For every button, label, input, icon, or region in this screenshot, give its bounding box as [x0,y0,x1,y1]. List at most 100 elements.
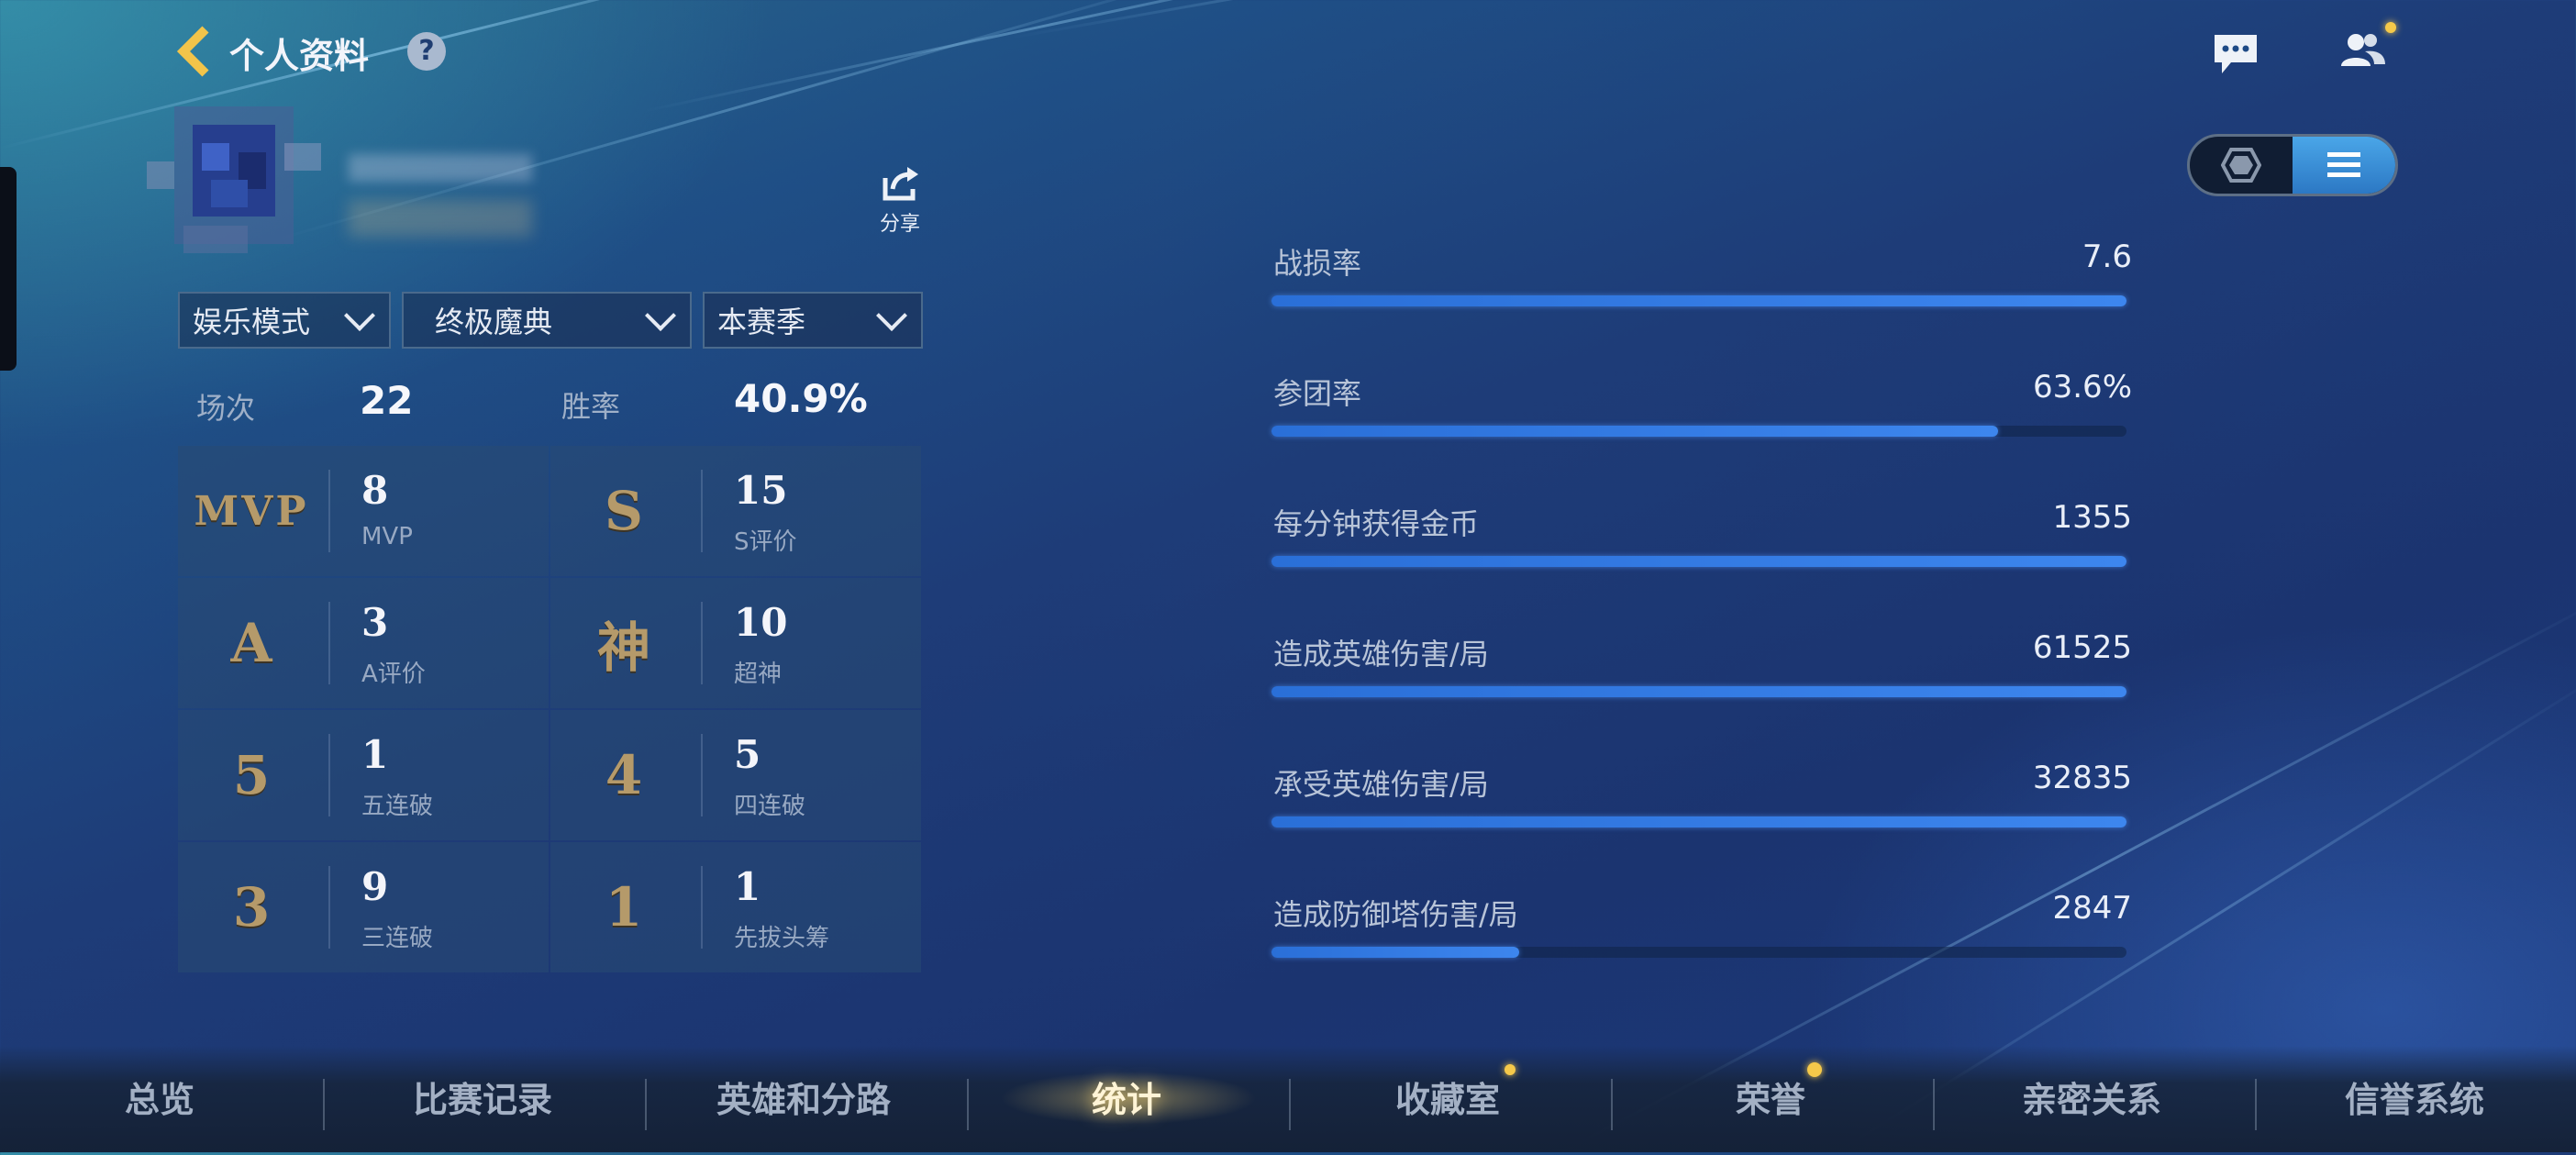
badge-count: 8 [361,468,389,513]
stat-value: 2847 [2052,890,2132,927]
stat-bar [1271,686,2126,697]
badge-count: 10 [734,600,788,645]
stat-label: 承受英雄伤害/局 [1273,767,1489,802]
badge-cell-quadra: 4 5 四连破 [550,710,921,840]
background-streak [0,0,802,150]
matches-label: 场次 [196,391,256,426]
s-rating-icon: S [605,480,643,542]
stat-bar-fill [1271,426,1999,437]
stat-bar [1271,947,2126,958]
game-type-dropdown[interactable]: 终极魔典 [402,292,692,349]
avatar[interactable] [147,88,327,262]
badge-count: 5 [734,732,761,777]
divider [328,734,330,816]
stat-label: 参团率 [1273,376,1362,411]
stat-label: 造成英雄伤害/局 [1273,637,1489,672]
penta-kill-icon: 5 [232,744,271,806]
tab-divider [1611,1079,1613,1130]
share-label: 分享 [879,213,920,236]
share-button[interactable]: 分享 [872,165,928,237]
divider [328,602,330,684]
hexagon-view-button[interactable] [2190,137,2293,194]
winrate-value: 40.9% [734,376,868,421]
page-title: 个人资料 [229,36,370,76]
stat-value: 1355 [2052,499,2132,536]
tab-overview[interactable]: 总览 [22,1072,297,1122]
stat-value: 63.6% [2032,369,2132,405]
tab-statistics[interactable]: 统计 [989,1072,1264,1122]
stat-value: 7.6 [2082,239,2132,275]
notification-dot [2385,22,2396,33]
stat-bar [1271,295,2126,306]
stat-label: 战损率 [1273,246,1362,281]
badge-count: 15 [734,468,788,513]
chevron-down-icon [344,300,375,331]
badge-count: 3 [361,600,389,645]
list-view-button[interactable] [2293,137,2395,194]
godlike-icon: 神 [596,616,650,679]
chat-icon[interactable] [2213,33,2259,75]
help-icon[interactable]: ? [407,32,446,71]
tab-divider [1933,1079,1935,1130]
divider [701,470,703,552]
stat-label: 造成防御塔伤害/局 [1273,897,1518,932]
divider [701,602,703,684]
badge-label: 四连破 [734,793,806,820]
winrate-label: 胜率 [561,389,621,424]
tab-collection[interactable]: 收藏室 [1310,1072,1585,1122]
badge-cell-godlike: 神 10 超神 [550,578,921,708]
tab-divider [1289,1079,1291,1130]
back-chevron-icon[interactable] [176,26,213,77]
achievement-grid: MVP 8 MVP S 15 S评价 A 3 A评价 神 10 超神 5 1 五… [178,446,921,972]
tab-divider [967,1079,969,1130]
badge-label: 五连破 [361,793,434,820]
share-icon [883,167,918,201]
tab-credit-system[interactable]: 信誉系统 [2277,1072,2552,1122]
badge-count: 1 [361,732,389,777]
divider [328,866,330,949]
mode-dropdown[interactable]: 娱乐模式 [178,292,391,349]
badge-cell-penta: 5 1 五连破 [178,710,549,840]
badge-cell-mvp: MVP 8 MVP [178,446,549,576]
first-blood-icon: 1 [605,876,643,938]
device-edge [0,167,17,371]
friends-icon[interactable] [2337,29,2389,70]
tab-divider [323,1079,325,1130]
matches-value: 22 [360,378,414,423]
tab-relationships[interactable]: 亲密关系 [1954,1072,2229,1122]
player-name-blurred [349,154,532,182]
list-icon [2327,152,2360,177]
notification-dot [1807,1062,1822,1077]
badge-label: 三连破 [361,925,434,952]
stat-bar-fill [1271,947,1520,958]
tab-honors[interactable]: 荣誉 [1633,1072,1908,1122]
stat-bar-fill [1271,295,2126,306]
notification-dot [1505,1064,1516,1075]
hexagon-icon [2221,148,2261,183]
a-rating-icon: A [230,612,272,674]
divider [701,734,703,816]
badge-cell-s: S 15 S评价 [550,446,921,576]
view-toggle[interactable] [2187,134,2398,196]
chevron-down-icon [645,300,676,331]
badge-label: 超神 [734,661,783,688]
quadra-kill-icon: 4 [605,744,643,806]
stat-value: 61525 [2032,629,2132,666]
badge-cell-triple: 3 9 三连破 [178,842,549,972]
triple-kill-icon: 3 [232,876,271,938]
stat-bar-fill [1271,556,2126,567]
tab-divider [645,1079,647,1130]
badge-cell-first-blood: 1 1 先拔头筹 [550,842,921,972]
season-dropdown[interactable]: 本赛季 [703,292,923,349]
stat-bar-fill [1271,686,2126,697]
mvp-badge-icon: MVP [194,487,309,535]
tab-divider [2255,1079,2257,1130]
badge-label: MVP [361,523,413,550]
tab-match-history[interactable]: 比赛记录 [345,1072,620,1122]
divider [328,470,330,552]
tab-heroes-lanes[interactable]: 英雄和分路 [666,1072,941,1122]
badge-count: 1 [734,864,761,909]
stat-label: 每分钟获得金币 [1273,506,1480,541]
stat-bar [1271,426,2126,437]
background-streak [1008,0,1733,39]
